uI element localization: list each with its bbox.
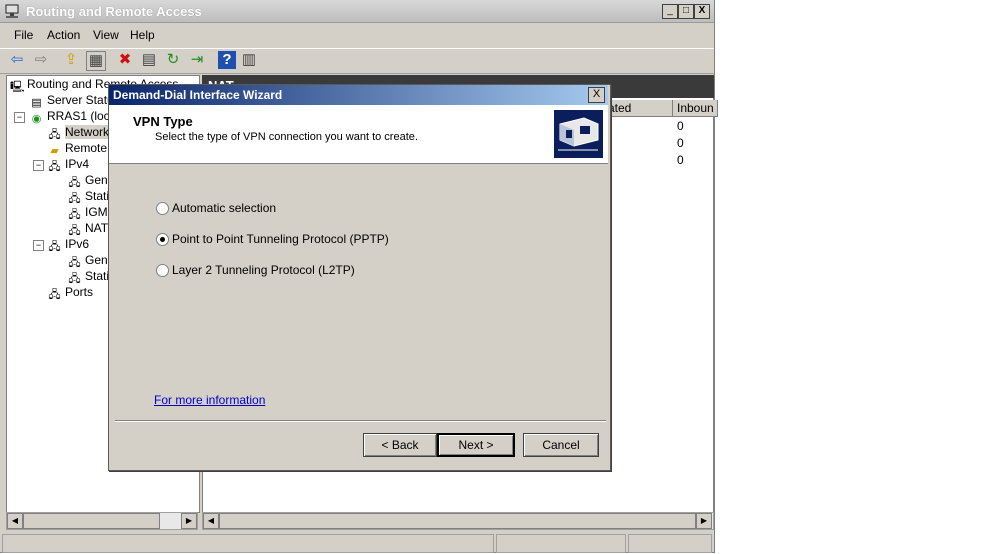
next-button[interactable]: Next > — [437, 433, 515, 457]
status-segment — [2, 534, 494, 553]
tree-item-ipv4[interactable]: 🖧 IPv4 — [48, 157, 89, 174]
export-icon[interactable]: ⇥ — [188, 51, 206, 69]
tree-item-server-status[interactable]: ▤ Server Status — [30, 93, 119, 110]
properties-icon[interactable]: ▤ — [140, 51, 158, 69]
radio-pptp[interactable] — [156, 233, 169, 246]
tree-item-network-interfaces[interactable]: 🖧 Network — [48, 125, 110, 142]
back-button[interactable]: < Back — [363, 433, 437, 457]
tree-item-remote-clients[interactable]: ▰ Remote — [48, 141, 107, 158]
scroll-left-icon[interactable]: ◀ — [203, 513, 219, 529]
network-icon: 🖧 — [48, 161, 61, 173]
radio-l2tp[interactable] — [156, 264, 169, 277]
toolbar — [0, 48, 714, 74]
app-icon — [4, 3, 20, 19]
dialog-title: Demand-Dial Interface Wizard — [113, 88, 283, 102]
forward-icon[interactable]: ⇨ — [32, 51, 50, 69]
radio-pptp-label[interactable]: Point to Point Tunneling Protocol (PPTP) — [172, 232, 389, 246]
menu-action[interactable]: Action — [47, 28, 80, 42]
menu-help[interactable]: Help — [130, 28, 155, 42]
page-title: VPN Type — [133, 114, 193, 129]
menu-view[interactable]: View — [93, 28, 119, 42]
scroll-right-icon[interactable]: ▶ — [181, 513, 197, 529]
more-info-link[interactable]: For more information — [154, 393, 265, 407]
status-segment — [628, 534, 712, 553]
window-titlebar[interactable]: Routing and Remote Access — [0, 0, 714, 23]
ports-icon: 🖧 — [48, 289, 61, 301]
scroll-right-icon[interactable]: ▶ — [696, 513, 712, 529]
radio-automatic[interactable] — [156, 202, 169, 215]
expander-server[interactable]: − — [14, 112, 25, 123]
radio-selected-dot — [160, 237, 165, 242]
minimize-button[interactable]: _ — [662, 4, 678, 19]
cell-inbound: 0 — [677, 153, 684, 167]
tree-scroll-thumb[interactable] — [23, 513, 160, 529]
network-icon: 🖧 — [48, 241, 61, 253]
column-header-inbound[interactable]: Inboun — [673, 100, 718, 117]
maximize-button[interactable]: □ — [678, 4, 694, 19]
dialog-titlebar[interactable]: Demand-Dial Interface Wizard — [109, 85, 608, 105]
window-title: Routing and Remote Access — [26, 4, 202, 19]
tree-item-ports[interactable]: 🖧 Ports — [48, 285, 93, 302]
tree-item-ipv4-nat[interactable]: 🖧 NAT — [68, 221, 108, 238]
expander-ipv4[interactable]: − — [33, 160, 44, 171]
server-icon: 🖳 — [10, 81, 25, 93]
page-subtitle: Select the type of VPN connection you wa… — [155, 131, 418, 143]
up-icon[interactable]: ⇪ — [62, 51, 80, 69]
show-tree-icon[interactable]: ▦ — [86, 51, 106, 71]
cell-inbound: 0 — [677, 119, 684, 133]
radio-l2tp-label[interactable]: Layer 2 Tunneling Protocol (L2TP) — [172, 263, 355, 277]
status-segment — [496, 534, 626, 553]
dialog-close-button[interactable]: X — [588, 87, 605, 103]
back-icon[interactable]: ⇦ — [8, 51, 26, 69]
scroll-left-icon[interactable]: ◀ — [7, 513, 23, 529]
wizard-banner-icon — [554, 110, 603, 158]
server-icon: ◉ — [31, 113, 42, 125]
refresh-icon[interactable]: ↻ — [164, 51, 182, 69]
close-button[interactable]: X — [694, 4, 710, 19]
tree-item-ipv6[interactable]: 🖧 IPv6 — [48, 237, 89, 254]
menu-file[interactable]: File — [14, 28, 33, 42]
radio-automatic-label[interactable]: Automatic selection — [172, 201, 276, 215]
details-scroll-thumb[interactable] — [219, 513, 696, 529]
console-icon[interactable]: ▥ — [240, 51, 258, 69]
cell-inbound: 0 — [677, 136, 684, 150]
delete-icon[interactable]: ✖ — [116, 51, 134, 69]
dialog-separator — [115, 420, 606, 422]
help-icon[interactable]: ? — [218, 51, 236, 69]
cancel-button[interactable]: Cancel — [523, 433, 599, 457]
expander-ipv6[interactable]: − — [33, 240, 44, 251]
